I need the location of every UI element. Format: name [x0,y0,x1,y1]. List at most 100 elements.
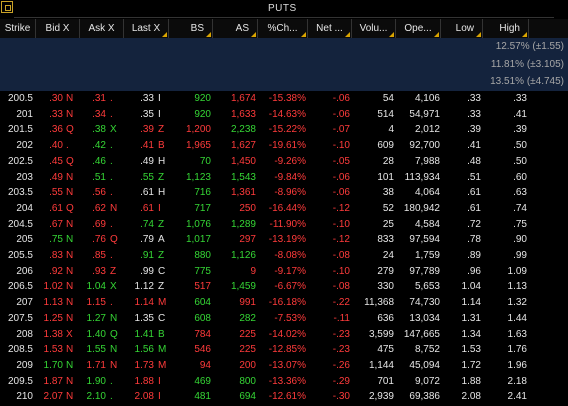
cell-vol: 475 [377,344,394,356]
column-header-10[interactable]: Low [441,19,483,38]
column-header-label: Strike [4,23,31,34]
cell-pch: -15.38% [268,93,306,104]
cell-lastx: M [158,297,167,309]
table-row[interactable]: 208.5 1.53 N 1.55 N 1.56 M 546 225 -12.85% -.23 475… [0,342,568,358]
cell-bs: 784 [194,328,211,340]
cell-bidx: N [66,281,74,293]
column-header-label: Last X [131,23,161,34]
table-row[interactable]: 204.5 .67 N .69. .74 Z 1,076 1,289 -11.90% -.10 25… [0,217,568,233]
cell-as: 1,459 [230,281,256,293]
cell-askx: . [110,297,113,309]
cell-oi: 147,665 [403,328,440,340]
cell-oi: 74,730 [409,297,440,309]
cell-lastx: Z [158,250,165,261]
table-row[interactable]: 202.5 .45 Q .46. .49 H 70 1,450 -9.26% -.05 28 7,98… [0,154,568,170]
table-row[interactable]: 209 1.70 N 1.71 N 1.73 M 94 200 -13.07% -.26 1,144 4… [0,358,568,374]
column-header-7[interactable]: Net ... [308,19,352,38]
cell-last: .61 [140,187,154,199]
cell-ask: .62 [92,202,106,214]
cell-net: -.06 [332,108,350,120]
cell-low: 1.31 [461,312,481,324]
cell-askx: N [110,344,118,356]
cell-bid: .49 [49,171,63,183]
table-row[interactable]: 206 .92 N .93 Z .99 C 775 9 -9.17% -.10 279 97,789 .9… [0,264,568,280]
column-header-5[interactable]: AS [213,19,258,38]
cell-vol: 279 [377,265,394,277]
cell-askx: Q [110,328,118,340]
cell-bid: 1.38 [43,328,63,340]
table-row[interactable]: 209.5 1.87 N 1.90. 1.88 I 469 800 -13.36% -.29 701… [0,374,568,390]
cell-ask: .51 [92,171,106,183]
table-row[interactable]: 210 2.07 N 2.10. 2.08 I 481 694 -12.61% -.30 2,939… [0,389,568,405]
table-row[interactable]: 205.5 .83 N .85. .91 Z 880 1,126 -8.08% -.08 24 1,7… [0,248,568,264]
cell-ask: 2.10 [86,391,106,403]
cell-strike: 203.5 [7,187,33,199]
cell-strike: 208 [16,328,33,340]
table-row[interactable]: 207.5 1.25 N 1.27 N 1.35 C 608 282 -7.53% -.11 636 1… [0,311,568,327]
cell-pch: -12.61% [268,391,306,403]
table-row[interactable]: 208 1.38 X 1.40 Q 1.41 B 784 225 -14.02% -.23 3,599… [0,327,568,343]
window-menu-icon[interactable] [1,1,13,13]
cell-vol: 24 [382,250,394,261]
cell-pch: -9.84% [274,171,306,183]
cell-strike: 205 [16,234,33,246]
column-header-11[interactable]: High [483,19,529,38]
cell-low: .61 [467,202,481,214]
cell-bs: 469 [194,375,211,387]
cell-ask: 1.15 [86,297,106,309]
table-row[interactable]: 200.5 .30 N .31. .33 I 920 1,674 -15.38% -.06 54 4,… [0,91,568,107]
cell-pch: -13.36% [268,375,306,387]
cell-net: -.23 [332,344,350,356]
table-row[interactable]: 204.61 Q .62 N .61 I 717 250 -16.44% -.12 52 180,94… [0,201,568,217]
cell-oi: 4,106 [414,93,440,104]
column-header-6[interactable]: %Ch... [258,19,308,38]
cell-ask: .34 [92,108,106,120]
cell-last: .61 [140,202,154,214]
cell-high: 1.76 [507,344,527,356]
column-header-2[interactable]: Ask X [80,19,124,38]
column-header-1[interactable]: Bid X [36,19,80,38]
cell-net: -.29 [332,375,350,387]
cell-vol: 25 [382,218,394,230]
cell-last: .35 [140,108,154,120]
cell-bs: 517 [194,281,211,293]
cell-bs: 1,200 [185,124,211,136]
cell-lastx: C [158,265,166,277]
cell-last: 1.12 [134,281,154,293]
table-row[interactable]: 206.5 1.02 N 1.04 X 1.12 Z 517 1,459 -6.67% -.08 33… [0,279,568,295]
column-header-4[interactable]: BS [169,19,213,38]
cell-as: 200 [239,359,256,371]
cell-as: 282 [239,312,256,324]
cell-pch: -7.53% [274,312,306,324]
table-row[interactable]: 201.5 .36 Q .38 X .39 Z 1,200 2,238 -15.22% -.07 4 2… [0,122,568,138]
cell-askx: . [110,375,113,387]
cell-ask: 1.04 [86,281,106,293]
cell-lastx: Z [158,124,165,136]
table-row[interactable]: 203.5 .55 N .56. .61 H 716 1,361 -8.96% -.06 38 4,0… [0,185,568,201]
cell-as: 297 [239,234,256,246]
table-row[interactable]: 203 .49 N .51. .55 Z 1,123 1,543 -9.84% -.06 101 11… [0,170,568,186]
cell-low: 1.72 [461,359,481,371]
cell-low: 2.08 [461,391,481,403]
table-row[interactable]: 207 1.13 N 1.15. 1.14 M 604 991 -16.18% -.22 11,36… [0,295,568,311]
cell-last: 2.08 [134,391,154,403]
cell-bid: .67 [49,218,63,230]
column-header-0[interactable]: Strike [0,19,36,38]
column-header-label: BS [190,23,204,34]
column-header-9[interactable]: Ope... [396,19,441,38]
cell-as: 1,674 [230,93,256,104]
cell-high: .50 [513,155,527,167]
column-header-3[interactable]: Last X [124,19,169,38]
column-header-8[interactable]: Volu... [352,19,396,38]
sort-indicator-icon [389,32,394,37]
cell-last: 1.73 [134,359,154,371]
table-row[interactable]: 201.33 N .34. .35 I 920 1,633 -14.63% -.06 514 54,… [0,107,568,123]
cell-bid: .75 [49,234,63,246]
cell-pch: -13.07% [268,359,306,371]
table-row[interactable]: 205 .75 N .76 Q .79 A 1,017 297 -13.19% -.12 833 97,… [0,232,568,248]
cell-askx: N [110,312,118,324]
table-row[interactable]: 202 .40. .42. .41 B 1,965 1,627 -19.61% -.10 609 9… [0,138,568,154]
cell-askx: . [110,391,113,403]
cell-bidx: Q [66,155,74,167]
cell-high: 1.44 [507,312,527,324]
